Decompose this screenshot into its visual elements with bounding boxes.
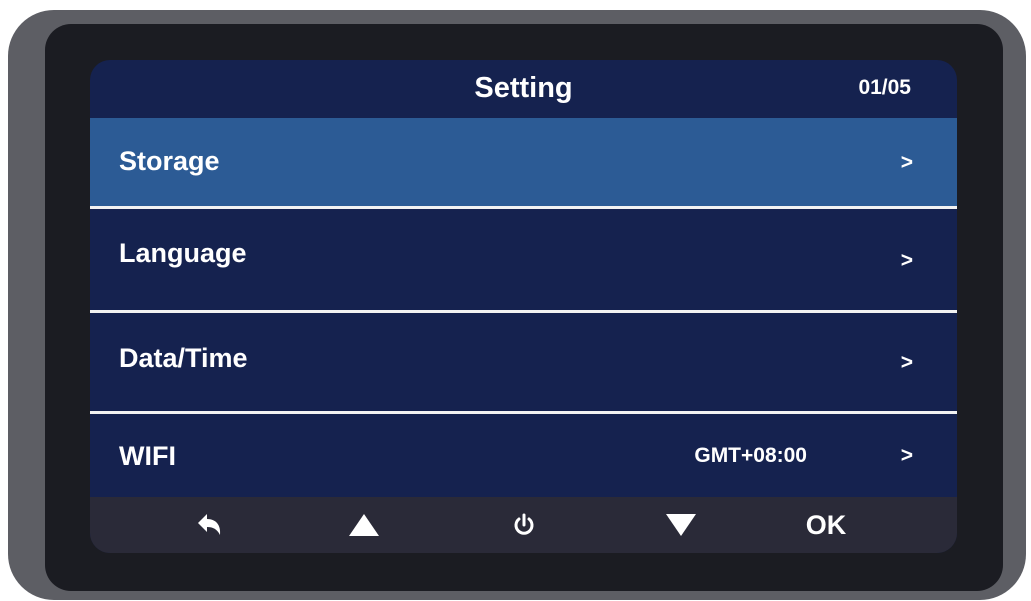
page-counter: 01/05	[858, 76, 911, 99]
menu-item-wifi[interactable]: WIFI GMT+08:00 >	[90, 414, 957, 497]
chevron-right-icon: >	[900, 249, 913, 272]
chevron-right-icon: >	[900, 444, 913, 467]
up-button[interactable]	[334, 497, 394, 553]
up-triangle-icon	[349, 514, 379, 536]
back-arrow-icon	[198, 514, 221, 535]
header: Setting 01/05	[90, 60, 957, 118]
power-icon	[514, 513, 534, 535]
menu-item-data-time[interactable]: Data/Time >	[90, 313, 957, 411]
power-button[interactable]	[494, 497, 554, 553]
menu-item-label: WIFI	[119, 441, 176, 471]
menu-item-label: Data/Time	[119, 343, 248, 373]
ok-button[interactable]: OK	[796, 497, 856, 553]
menu-item-label: Storage	[119, 146, 220, 176]
chevron-right-icon: >	[900, 151, 913, 174]
menu-item-language[interactable]: Language >	[90, 209, 957, 310]
down-button[interactable]	[651, 497, 711, 553]
chevron-right-icon: >	[900, 351, 913, 374]
menu-item-storage[interactable]: Storage >	[90, 118, 957, 206]
settings-screen: Setting 01/05 Storage > Language > Data/…	[90, 60, 957, 553]
page-title: Setting	[474, 72, 573, 104]
menu-item-value: GMT+08:00	[694, 444, 807, 467]
down-triangle-icon	[666, 514, 696, 536]
menu-item-label: Language	[119, 238, 247, 268]
back-button[interactable]	[180, 497, 240, 553]
button-bar: OK	[90, 497, 957, 553]
ok-label: OK	[805, 509, 847, 540]
